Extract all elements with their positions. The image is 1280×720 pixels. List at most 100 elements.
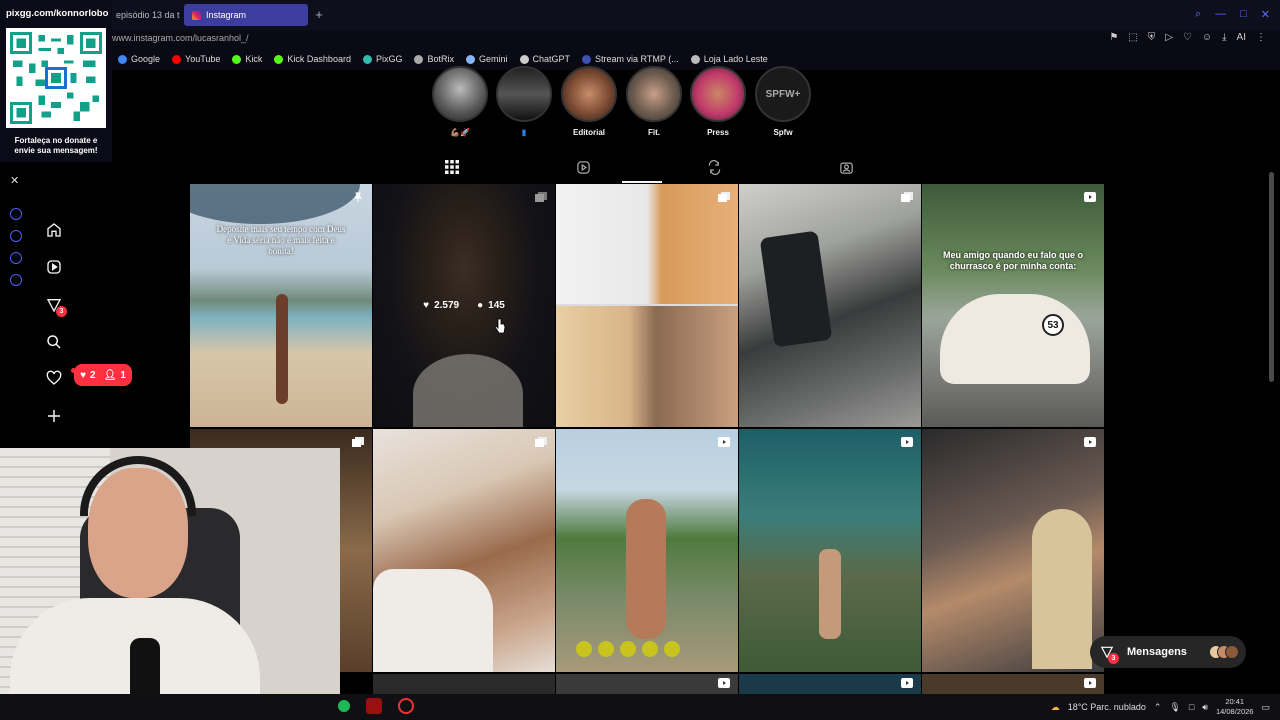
minimize-icon[interactable]: — <box>1215 8 1226 21</box>
play-icon[interactable]: ▷ <box>1165 32 1173 43</box>
messages-label: Mensagens <box>1127 646 1187 658</box>
story-highlight[interactable]: SPFW+ Spfw <box>753 66 813 138</box>
overlay-site: pixgg.com/konnorlobo <box>6 8 109 19</box>
bookmark-item[interactable]: Stream via RTMP (... <box>582 54 679 64</box>
shield-icon[interactable]: ⛨ <box>1148 32 1156 43</box>
highlight-label: 💪🏽🚀 <box>450 128 470 137</box>
highlight-thumb-text: SPFW+ <box>765 88 801 100</box>
bookmark-item[interactable]: Kick <box>232 54 262 64</box>
post-tile[interactable] <box>739 674 921 694</box>
x-icon[interactable]: ✕ <box>10 174 19 187</box>
story-highlight[interactable]: 💪🏽🚀 <box>430 66 490 138</box>
menu-icon[interactable]: ⋮ <box>1256 32 1266 43</box>
carousel-icon <box>535 192 547 202</box>
carousel-icon <box>718 192 730 202</box>
reels-icon[interactable] <box>44 257 64 277</box>
donation-overlay: pixgg.com/konnorlobo Fortaleça no donate… <box>0 0 112 162</box>
post-tile[interactable]: Deposite mais seu tempo com Deus e Vida … <box>190 184 372 427</box>
bookmark-item[interactable]: Gemini <box>466 54 508 64</box>
maximize-icon[interactable]: □ <box>1240 8 1247 21</box>
screenshot-icon[interactable]: ⬚ <box>1128 32 1137 43</box>
bookmark-label: Kick <box>245 54 263 64</box>
likes-count: 2 <box>90 369 96 381</box>
notification-center-icon[interactable]: ▭ <box>1261 702 1270 713</box>
address-bar: www.instagram.com/lucasranhol_/ ⚑ ⬚ ⛨ ▷ … <box>0 30 1280 48</box>
home-icon[interactable] <box>44 220 64 240</box>
download-icon[interactable]: ⤓ <box>1222 32 1226 43</box>
bookmark-item[interactable]: Kick Dashboard <box>274 54 351 64</box>
umbrella-shape <box>190 184 360 224</box>
weather-text[interactable]: 18°C Parc. nublado <box>1068 702 1146 712</box>
heart-icon[interactable]: ♡ <box>1183 32 1192 43</box>
posts-grid-tab[interactable] <box>443 158 461 176</box>
bookmark-item[interactable]: ChatGPT <box>519 54 570 64</box>
post-tile[interactable] <box>739 429 921 672</box>
tagged-tab[interactable] <box>837 158 855 176</box>
post-tile[interactable]: Meu amigo quando eu falo que o churrasco… <box>922 184 1104 427</box>
pin-icon[interactable]: ⚑ <box>1109 32 1118 43</box>
scrollbar-thumb[interactable] <box>1269 172 1274 382</box>
network-icon[interactable]: □ <box>1189 702 1194 712</box>
browser-tab-active[interactable]: Instagram <box>184 4 308 26</box>
story-highlight[interactable]: ▮ <box>494 66 554 138</box>
post-tile[interactable] <box>556 674 738 694</box>
car-number-decal: 53 <box>1042 314 1064 336</box>
activity-notification-pill[interactable]: ♥ 2 👤︎ 1 <box>74 364 132 386</box>
likes-count: 2.579 <box>434 300 460 311</box>
search-icon[interactable] <box>44 332 64 352</box>
url-field[interactable]: www.instagram.com/lucasranhol_/ <box>112 33 249 43</box>
reels-tab[interactable] <box>574 158 592 176</box>
tab-label: episódio 13 da t <box>116 10 180 20</box>
story-highlight[interactable]: Press <box>688 66 748 138</box>
instagram-sidebar: ✕ 3 <box>0 162 112 452</box>
bookmark-label: Kick Dashboard <box>287 54 351 64</box>
microphone-icon[interactable]: 🎙︎ <box>1169 702 1180 713</box>
create-icon[interactable] <box>44 406 64 426</box>
messages-button[interactable]: 3 Mensagens <box>1090 636 1246 668</box>
weather-icon: ☁ <box>1050 701 1060 712</box>
shirt-shape <box>373 569 493 672</box>
chevron-up-icon[interactable]: ⌃ <box>1154 702 1162 713</box>
post-tile[interactable]: ♥ 2.579 ● 145 <box>373 184 555 427</box>
spotify-icon[interactable] <box>338 700 350 712</box>
bookmark-item[interactable]: Loja Lado Leste <box>690 54 768 64</box>
volume-icon[interactable]: 🔊︎ <box>1202 702 1208 713</box>
extensions-icon[interactable] <box>10 252 22 264</box>
beetle-car <box>940 294 1090 384</box>
close-icon[interactable]: ✕ <box>1261 8 1270 21</box>
google-icon <box>118 54 127 64</box>
page-scrollbar[interactable] <box>1268 72 1276 692</box>
clock[interactable]: 20:41 14/08/2026 <box>1216 697 1254 717</box>
post-tile[interactable] <box>739 184 921 427</box>
story-highlight[interactable]: Editorial <box>559 66 619 138</box>
bookmark-item[interactable]: YouTube <box>172 54 220 64</box>
new-tab-button[interactable]: + <box>312 7 326 22</box>
active-tab-indicator <box>622 181 662 183</box>
post-caption: Deposite mais seu tempo com Deus e Vida … <box>216 224 346 256</box>
person-figure <box>276 294 288 404</box>
settings-icon[interactable] <box>10 274 22 286</box>
search-icon[interactable]: ⌕ <box>1195 8 1201 21</box>
post-tile[interactable] <box>556 184 738 427</box>
tab-label: Instagram <box>206 10 247 20</box>
notifications-heart-icon[interactable] <box>44 368 64 388</box>
bookmark-item[interactable]: PixGG <box>362 54 402 64</box>
post-tile[interactable] <box>922 429 1104 672</box>
post-tile[interactable] <box>556 429 738 672</box>
browser-tab[interactable]: episódio 13 da t <box>108 4 180 26</box>
history-icon[interactable] <box>10 230 22 242</box>
reposts-tab[interactable] <box>705 158 723 176</box>
browser-sidebar-icon[interactable] <box>10 208 22 220</box>
post-tile[interactable] <box>922 674 1104 694</box>
ai-icon[interactable]: AI <box>1237 32 1246 43</box>
obs-icon[interactable] <box>398 698 414 714</box>
profile-icon[interactable]: ☺ <box>1202 32 1212 43</box>
bookmark-item[interactable]: Google <box>118 54 160 64</box>
post-tile[interactable] <box>373 429 555 672</box>
app-icon[interactable] <box>366 698 382 714</box>
bookmark-item[interactable]: BotRix <box>414 54 454 64</box>
post-caption: Meu amigo quando eu falo que o churrasco… <box>942 250 1083 271</box>
bookmark-label: Gemini <box>479 54 508 64</box>
story-highlight[interactable]: Fit. <box>624 66 684 138</box>
post-tile[interactable] <box>373 674 555 694</box>
